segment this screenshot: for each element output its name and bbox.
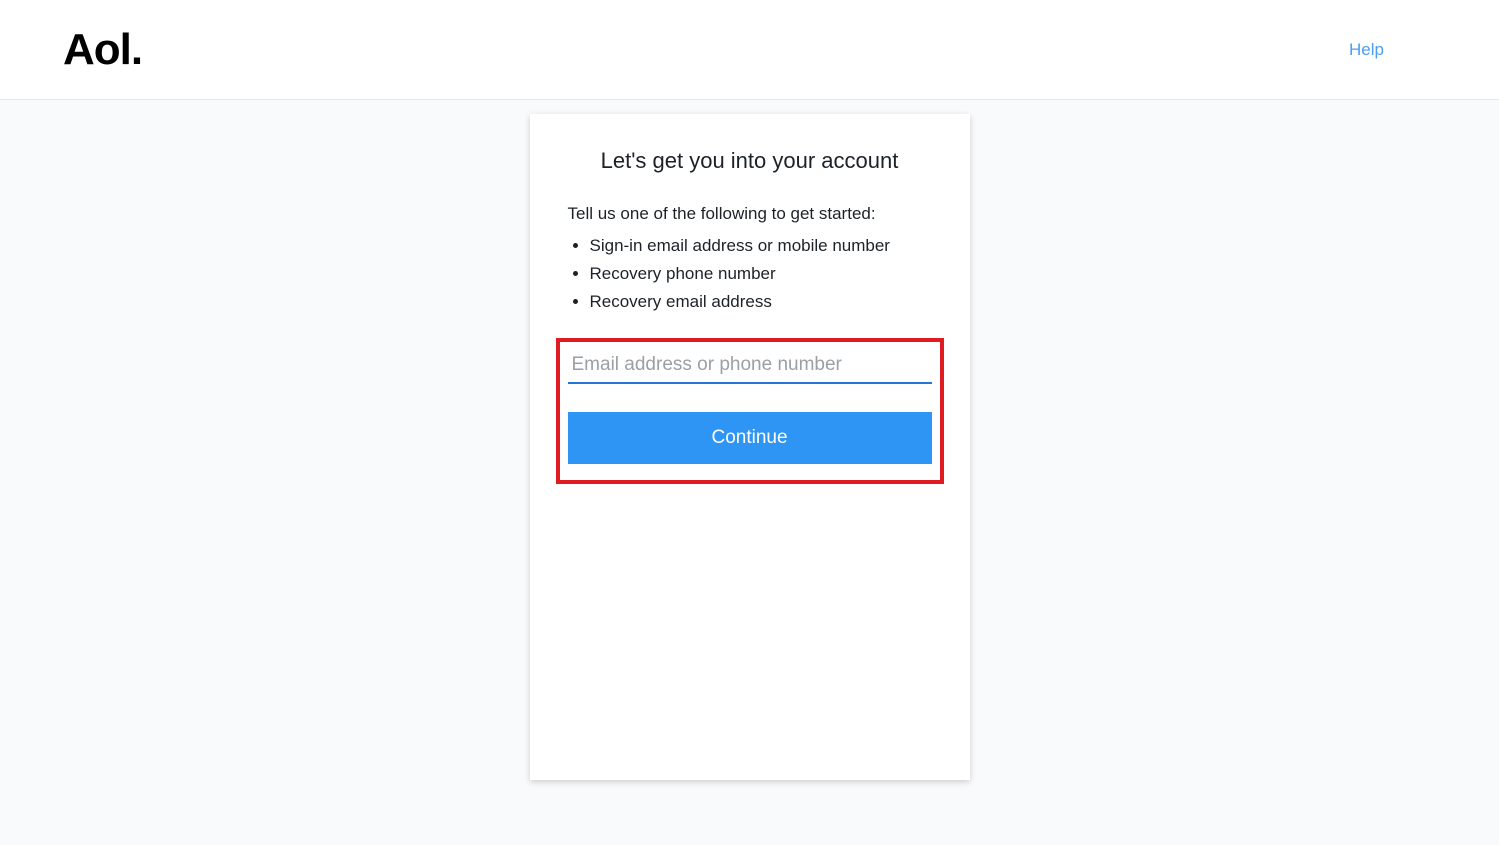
header: Aol. Help <box>0 0 1499 100</box>
instruction-text: Tell us one of the following to get star… <box>568 204 932 224</box>
list-item: Recovery email address <box>590 288 932 316</box>
highlight-box: Continue <box>556 338 944 484</box>
option-list: Sign-in email address or mobile number R… <box>568 232 932 316</box>
recovery-card: Let's get you into your account Tell us … <box>530 114 970 780</box>
aol-logo: Aol. <box>63 25 142 75</box>
help-link[interactable]: Help <box>1349 40 1384 60</box>
card-title: Let's get you into your account <box>568 148 932 174</box>
continue-button[interactable]: Continue <box>568 412 932 464</box>
recovery-input[interactable] <box>568 348 932 384</box>
list-item: Sign-in email address or mobile number <box>590 232 932 260</box>
list-item: Recovery phone number <box>590 260 932 288</box>
